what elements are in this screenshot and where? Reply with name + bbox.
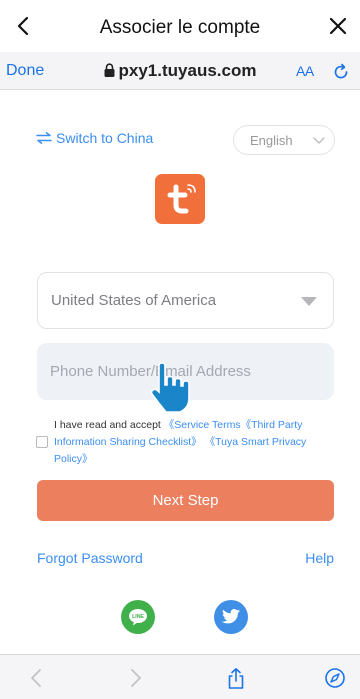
- line-icon: LINE: [129, 609, 147, 626]
- twitter-icon: [221, 609, 241, 624]
- browser-address-bar: Done pxy1.tuyaus.com AA: [0, 52, 360, 90]
- share-icon[interactable]: [225, 667, 247, 689]
- line-icon-text: LINE: [132, 614, 144, 620]
- lock-icon: [104, 63, 115, 77]
- twitter-login-button[interactable]: [214, 600, 248, 634]
- close-icon[interactable]: [326, 14, 350, 38]
- page-title: Associer le compte: [99, 17, 261, 38]
- url-domain: pxy1.tuyaus.com: [118, 61, 257, 80]
- chevron-down-icon: [313, 137, 325, 144]
- country-selected: United States of America: [51, 292, 217, 309]
- language-selected: English: [250, 133, 293, 148]
- switch-region-link[interactable]: Switch to China: [36, 130, 153, 146]
- compass-icon[interactable]: [324, 667, 346, 689]
- terms-prefix: I have read and accept: [54, 419, 164, 431]
- language-selector[interactable]: English: [233, 125, 335, 155]
- reload-icon[interactable]: [331, 62, 351, 82]
- tuya-logo: [155, 174, 205, 224]
- next-step-button[interactable]: Next Step: [37, 480, 334, 521]
- browser-back-icon[interactable]: [26, 667, 48, 689]
- help-link[interactable]: Help: [305, 550, 334, 566]
- country-selector[interactable]: United States of America: [37, 272, 334, 329]
- switch-region-label: Switch to China: [56, 130, 154, 146]
- forgot-password-link[interactable]: Forgot Password: [37, 550, 143, 566]
- title-bar: Associer le compte: [0, 0, 360, 52]
- line-login-button[interactable]: LINE: [121, 600, 155, 634]
- tuya-logo-icon: [167, 184, 196, 214]
- service-terms-link[interactable]: 《Service Terms: [164, 419, 241, 431]
- terms-agreement-text: I have read and accept 《Service Terms《Th…: [54, 417, 338, 468]
- pointing-hand-icon: [150, 362, 190, 413]
- browser-forward-icon[interactable]: [124, 667, 146, 689]
- text-size-button[interactable]: AA: [296, 63, 314, 79]
- caret-down-icon: [301, 297, 317, 306]
- browser-toolbar: [0, 654, 360, 699]
- terms-checkbox[interactable]: [36, 436, 48, 448]
- swap-arrows-icon: [36, 132, 52, 144]
